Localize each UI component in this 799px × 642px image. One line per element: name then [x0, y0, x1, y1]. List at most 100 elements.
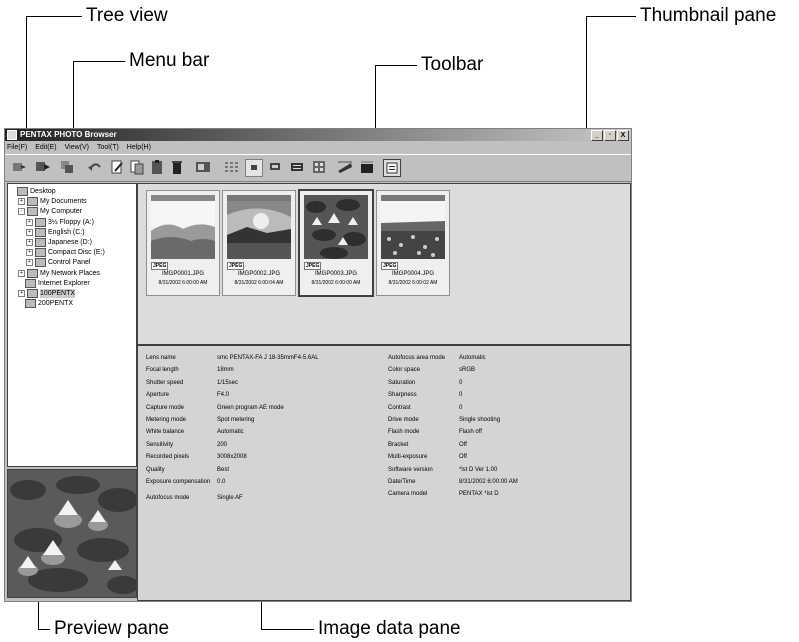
- thumbnail-datetime: 8/31/2002 6:00:04 AM: [234, 280, 284, 286]
- thumbnail-item[interactable]: JPEG IMGP0001.JPG 8/31/2002 6:00:00 AM: [146, 190, 220, 296]
- delete-icon[interactable]: [169, 159, 185, 175]
- tree-item-label: My Network Places: [40, 269, 100, 277]
- menu-view[interactable]: View(V): [65, 142, 89, 153]
- tree-item[interactable]: Internet Explorer: [18, 278, 90, 288]
- tree-item-label: 200PENTX: [38, 300, 74, 308]
- tree-item[interactable]: 200PENTX: [18, 299, 74, 309]
- thumbnail-datetime: 8/31/2002 6:00:02 AM: [388, 280, 438, 286]
- tree-item-label: 3½ Floppy (A:): [48, 218, 94, 226]
- settings-icon[interactable]: [383, 159, 401, 177]
- minimize-button[interactable]: _: [591, 130, 603, 141]
- tree-item[interactable]: + English (C:): [26, 227, 85, 237]
- callout-tree-view: Tree view: [86, 5, 168, 26]
- tree-item[interactable]: + My Network Places: [18, 268, 100, 278]
- expand-icon[interactable]: +: [26, 218, 33, 226]
- image-data-key: Bracket: [388, 441, 409, 448]
- image-data-value: sRGB: [459, 367, 476, 374]
- image-data-row: Bracket Off: [388, 441, 467, 449]
- format-badge: JPEG: [381, 262, 399, 270]
- image-data-key: Sensitivity: [146, 441, 174, 448]
- format-badge: JPEG: [304, 262, 322, 270]
- tree-item[interactable]: + Japanese (D:): [26, 238, 92, 247]
- folder-icon: [27, 289, 38, 298]
- clipboard-icon[interactable]: [149, 159, 165, 175]
- image-data-value: 8/31/2002 6:00:00 AM: [459, 479, 518, 485]
- folder-icon: [27, 207, 38, 217]
- image-data-key: White balance: [146, 429, 185, 436]
- collapse-icon[interactable]: -: [18, 208, 25, 216]
- tree-item[interactable]: + My Documents: [18, 197, 87, 207]
- list-icon[interactable]: [267, 159, 283, 175]
- undo-icon[interactable]: [87, 159, 103, 175]
- image-data-row: Capture mode Green program AE mode: [146, 404, 284, 412]
- tree-item[interactable]: +100PENTX: [18, 289, 76, 298]
- folder-icon: [35, 217, 46, 227]
- expand-icon[interactable]: +: [26, 228, 33, 236]
- image-data-row: Recorded pixels 3008x2008: [146, 453, 247, 461]
- thumbnail-item[interactable]: JPEG IMGP0002.JPG 8/31/2002 6:00:04 AM: [222, 190, 296, 296]
- image-data-row: Contrast 0: [388, 404, 462, 412]
- expand-icon: [18, 281, 23, 286]
- image-data-row: Camera model PENTAX *ist D: [388, 490, 499, 498]
- image-data-row: Software version *ist D Ver 1.00: [388, 466, 497, 474]
- callout-thumbnail-pane: Thumbnail pane: [640, 5, 777, 26]
- close-button[interactable]: X: [617, 130, 629, 141]
- menu-help[interactable]: Help(H): [127, 142, 151, 153]
- tree-item[interactable]: - My Computer: [18, 207, 82, 217]
- pentax-remote-icon[interactable]: [359, 159, 375, 175]
- small-thumbs-icon[interactable]: [245, 159, 263, 177]
- move-to-icon[interactable]: [35, 159, 51, 175]
- menu-edit[interactable]: Edit(E): [35, 142, 56, 153]
- copy-to-icon[interactable]: [11, 159, 27, 175]
- details-icon[interactable]: [289, 159, 305, 175]
- image-data-row: Quality Best: [146, 466, 229, 474]
- thumbnail-image: [151, 195, 215, 259]
- rename-icon[interactable]: [109, 159, 125, 175]
- callout-line-thumbnail-pane: [586, 16, 636, 17]
- image-data-value: 18mm: [217, 367, 234, 374]
- tree-item-label: Control Panel: [48, 259, 91, 267]
- expand-icon[interactable]: +: [26, 259, 33, 267]
- image-data-row: Sensitivity 200: [146, 441, 227, 449]
- image-data-value: Single shooting: [459, 417, 501, 423]
- paste-icon[interactable]: [129, 159, 145, 175]
- callout-menu-bar: Menu bar: [129, 50, 210, 71]
- slideshow-icon[interactable]: [311, 159, 327, 175]
- expand-icon[interactable]: +: [18, 198, 25, 206]
- image-data-key: Camera model: [388, 491, 428, 498]
- expand-icon[interactable]: +: [26, 249, 33, 257]
- image-data-key: Aperture: [146, 392, 170, 399]
- callout-line-tree-view: [26, 16, 82, 17]
- expand-icon[interactable]: +: [18, 269, 25, 277]
- image-data-value: Flash off: [459, 429, 482, 436]
- callout-preview-pane: Preview pane: [54, 618, 170, 639]
- copy-icon[interactable]: [59, 159, 75, 175]
- tree-item[interactable]: + Control Panel: [26, 258, 91, 268]
- image-data-key: Shutter speed: [146, 379, 184, 386]
- thumbnail-item-selected[interactable]: JPEG IMGP0003.JPG 8/31/2002 6:00:00 AM: [298, 189, 374, 297]
- large-thumbs-icon[interactable]: [223, 159, 239, 175]
- menu-tool[interactable]: Tool(T): [97, 142, 119, 153]
- callout-line-menu-bar: [73, 61, 125, 62]
- thumbnail-filename: IMGP0001.JPG: [161, 271, 205, 277]
- image-data-key: Multi-exposure: [388, 454, 428, 461]
- menu-bar: File(F) Edit(E) View(V) Tool(T) Help(H): [5, 142, 151, 153]
- tree-item[interactable]: Desktop: [10, 187, 56, 196]
- window-title: PENTAX PHOTO Browser: [20, 130, 117, 139]
- menu-file[interactable]: File(F): [7, 142, 27, 153]
- folder-icon: [27, 268, 38, 278]
- maximize-button[interactable]: ▫: [604, 130, 616, 141]
- format-badge: JPEG: [151, 262, 169, 270]
- thumbnail-item[interactable]: JPEG IMGP0004.JPG 8/31/2002 6:00:02 AM: [376, 190, 450, 296]
- preview-image: [8, 470, 136, 597]
- tree-item[interactable]: + Compact Disc (E:): [26, 248, 105, 258]
- image-data-value: Automatic: [459, 355, 486, 361]
- image-data-value: PENTAX *ist D: [459, 491, 499, 498]
- expand-icon[interactable]: +: [18, 290, 25, 297]
- pentax-viewer-icon[interactable]: [337, 159, 353, 175]
- image-data-pane: Lens name smc PENTAX-FA J 18-35mmF4-5.6AL…: [137, 345, 631, 601]
- properties-icon[interactable]: [195, 159, 211, 175]
- expand-icon[interactable]: +: [26, 239, 33, 246]
- tree-item-label: Compact Disc (E:): [48, 249, 105, 257]
- tree-item[interactable]: +3½ Floppy (A:): [26, 217, 94, 227]
